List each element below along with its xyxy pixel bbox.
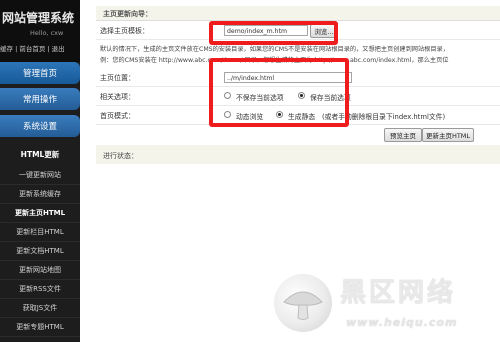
sidebar-item-update-doc-html[interactable]: 更新文档HTML: [0, 241, 80, 261]
template-label: 选择主页模板：: [100, 27, 149, 35]
sidebar-item-update-site[interactable]: 一键更新网站: [0, 165, 80, 185]
progress-bar-area: 进行状态：: [96, 145, 500, 164]
sidebar-item-update-sitemap[interactable]: 更新网站地图: [0, 260, 80, 280]
position-label: 主页位置：: [100, 74, 135, 82]
nav-admin-home[interactable]: 管理首页: [0, 62, 80, 84]
section-header: 主页更新向导：: [96, 6, 500, 21]
highlight-box-options: [209, 58, 349, 127]
mushroom-logo-icon: [274, 274, 332, 332]
nav-common-ops[interactable]: 常用操作: [0, 88, 80, 110]
section-header-title: 主页更新向导：: [103, 10, 152, 18]
update-home-button[interactable]: 更新主页HTML: [422, 128, 474, 142]
sidebar-item-update-topic-html[interactable]: 更新专题HTML: [0, 317, 80, 337]
sidebar-item-get-js[interactable]: 获取JS文件: [0, 298, 80, 318]
sidebar: 网站管理系统 Hello, cxw 缓存 | 前台首页 | 退出 管理首页 常用…: [0, 0, 80, 342]
sidebar-item-update-cache[interactable]: 更新系统缓存: [0, 184, 80, 204]
progress-label: 进行状态：: [103, 152, 138, 160]
nav-system-settings[interactable]: 系统设置: [0, 115, 80, 137]
highlight-box-template: [209, 21, 338, 45]
preview-button[interactable]: 预览主页: [384, 128, 422, 142]
sidebar-item-update-home-html[interactable]: 更新主页HTML: [0, 203, 80, 223]
user-greeting: Hello, cxw: [30, 29, 64, 37]
mode-label: 首页模式：: [100, 112, 135, 120]
watermark: 黑区网络 www.heiqu.com: [274, 272, 500, 342]
site-title: 网站管理系统: [2, 11, 75, 25]
sidebar-section-title: HTML更新: [20, 150, 60, 159]
options-label: 相关选项：: [100, 93, 135, 101]
header-links[interactable]: 缓存 | 前台首页 | 退出: [0, 43, 65, 53]
watermark-brand: 黑区网络: [340, 278, 457, 308]
watermark-url: www.heiqu.com: [346, 316, 458, 329]
sidebar-item-update-rss[interactable]: 更新RSS文件: [0, 279, 80, 299]
main-panel: 主页更新向导： 选择主页模板： demo/index_m.htm 浏览... 默…: [80, 0, 500, 342]
brand-area: 网站管理系统 Hello, cxw 缓存 | 前台首页 | 退出: [0, 0, 80, 62]
note-line-1: 默认的情况下，生成的主页文件放在CMS的安装目录，如果您的CMS不是安装在网站根…: [100, 46, 449, 53]
sidebar-item-update-column-html[interactable]: 更新栏目HTML: [0, 222, 80, 242]
